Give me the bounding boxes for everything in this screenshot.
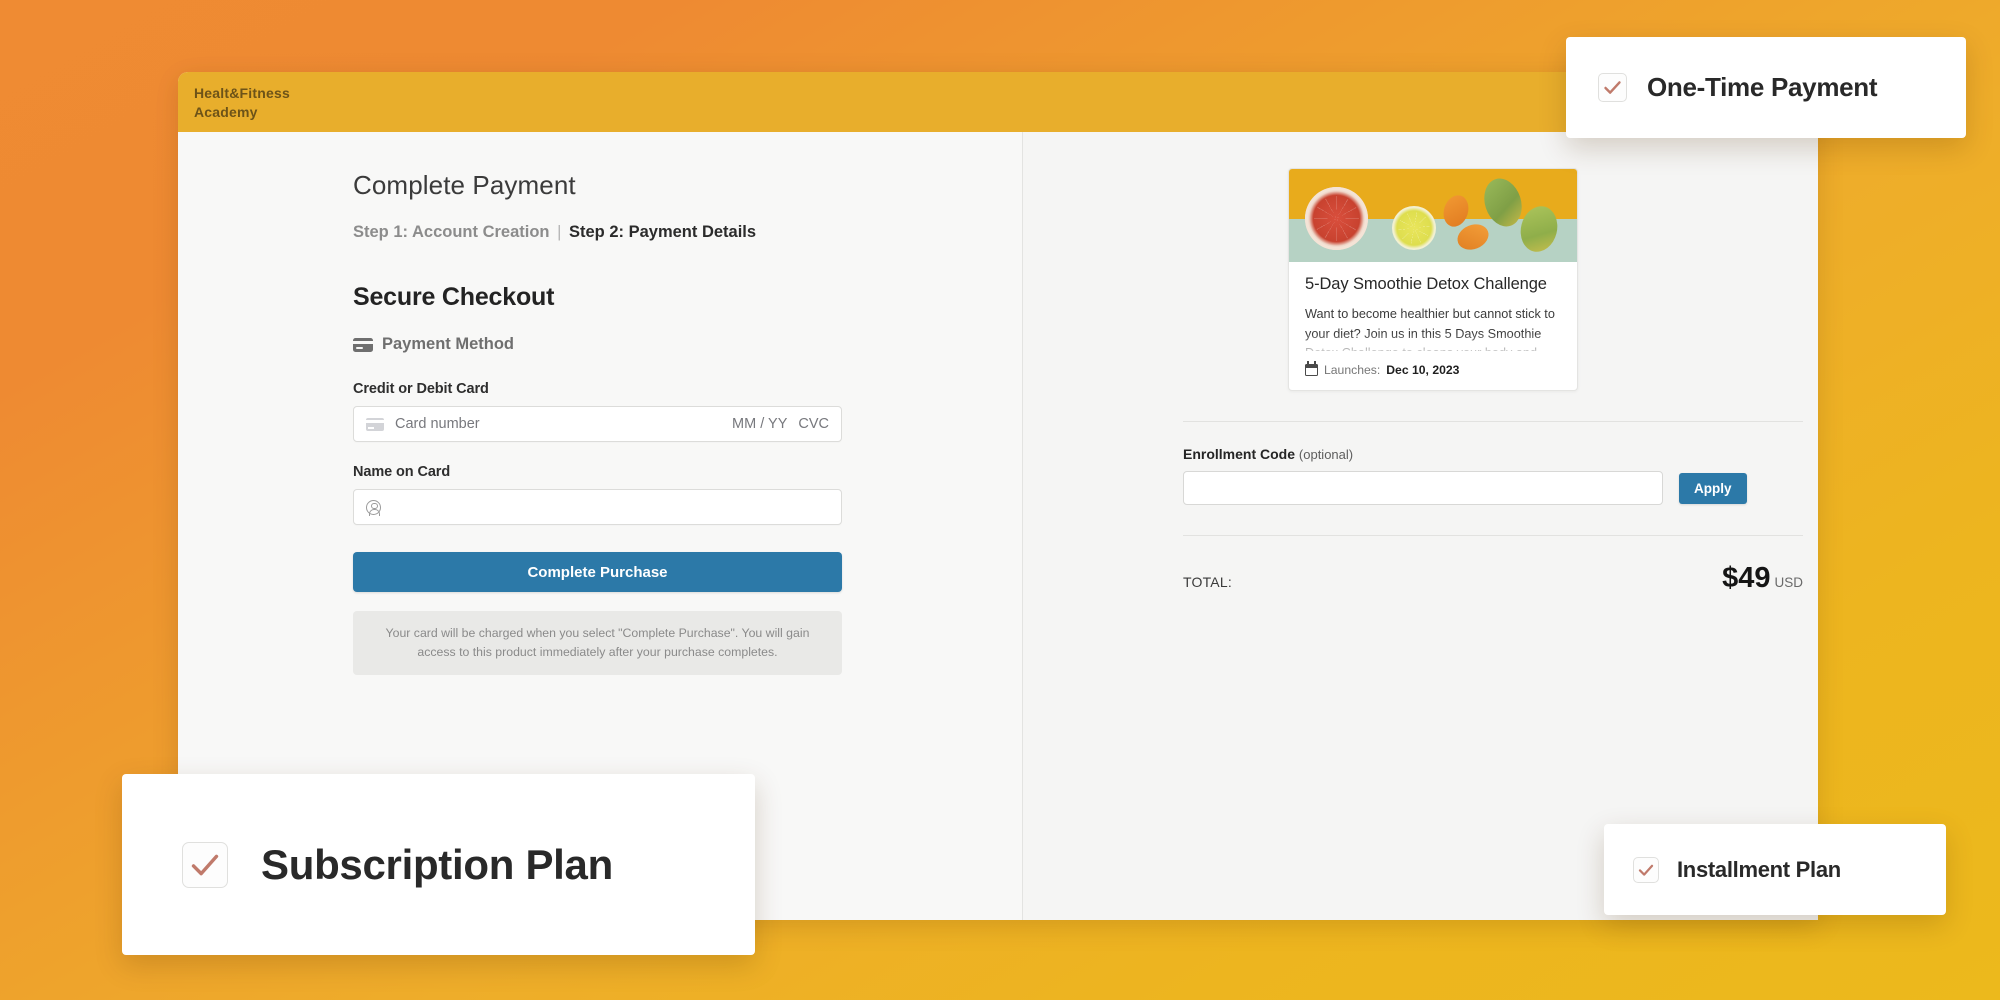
option-card-subscription-plan[interactable]: Subscription Plan (122, 774, 755, 955)
checkbox-checked-icon[interactable] (182, 841, 228, 888)
total-label: TOTAL: (1183, 574, 1232, 590)
option-card-installment-plan[interactable]: Installment Plan (1604, 824, 1946, 915)
product-description: Want to become healthier but cannot stic… (1305, 307, 1555, 351)
mango-image (1478, 173, 1528, 232)
payment-method-heading: Payment Method (353, 335, 975, 354)
mango-image (1515, 202, 1563, 256)
launch-date-value: Dec 10, 2023 (1386, 363, 1460, 377)
option-label-subscription-plan: Subscription Plan (261, 840, 613, 888)
product-body: 5-Day Smoothie Detox Challenge Want to b… (1289, 262, 1577, 390)
product-title: 5-Day Smoothie Detox Challenge (1305, 275, 1547, 293)
page-title: Complete Payment (353, 170, 576, 200)
checkbox-checked-icon[interactable] (1598, 73, 1627, 102)
card-number-placeholder: Card number (395, 416, 480, 432)
summary-pane: 5-Day Smoothie Detox Challenge Want to b… (1023, 132, 1818, 920)
option-card-one-time-payment[interactable]: One-Time Payment (1566, 37, 1966, 138)
product-image (1289, 169, 1577, 262)
kumquat-image (1439, 192, 1473, 230)
option-label-one-time-payment: One-Time Payment (1647, 72, 1878, 102)
divider (1183, 421, 1803, 422)
total-row: TOTAL: $49 USD (1183, 562, 1803, 595)
divider (1183, 535, 1803, 536)
card-number-input[interactable]: Card number MM / YY CVC (353, 406, 842, 442)
enrollment-code-label-text: Enrollment Code (1183, 446, 1296, 462)
checkbox-checked-icon[interactable] (1633, 856, 1659, 883)
option-label-installment-plan: Installment Plan (1677, 856, 1841, 882)
grapefruit-half-image (1305, 187, 1368, 250)
credit-card-label: Credit or Debit Card (353, 381, 489, 397)
total-amount: $49 (1722, 562, 1771, 594)
launch-label: Launches: (1324, 363, 1381, 377)
product-card: 5-Day Smoothie Detox Challenge Want to b… (1288, 168, 1578, 391)
enrollment-code-input[interactable] (1183, 471, 1663, 505)
complete-purchase-button[interactable]: Complete Purchase (353, 552, 842, 592)
breadcrumb-step-1[interactable]: Step 1: Account Creation (353, 223, 550, 241)
enrollment-code-row: Apply (1183, 471, 1803, 505)
enrollment-code-label: Enrollment Code (optional) (1183, 446, 1803, 462)
breadcrumb-step-2[interactable]: Step 2: Payment Details (569, 223, 756, 241)
secure-checkout-heading: Secure Checkout (353, 283, 555, 311)
lemon-half-image (1392, 206, 1436, 250)
card-expiry-placeholder[interactable]: MM / YY (732, 416, 787, 432)
card-cvc-placeholder[interactable]: CVC (798, 416, 829, 432)
total-value-group: $49 USD (1722, 562, 1803, 595)
credit-card-icon (353, 337, 373, 352)
purchase-disclaimer: Your card will be charged when you selec… (353, 611, 842, 676)
breadcrumb-separator: | (557, 223, 562, 241)
name-on-card-label: Name on Card (353, 464, 451, 480)
total-currency: USD (1774, 575, 1803, 590)
name-on-card-input[interactable] (353, 489, 842, 525)
enrollment-code-optional-text: (optional) (1298, 447, 1354, 462)
card-brand-icon (366, 417, 384, 431)
calendar-icon (1304, 361, 1319, 376)
apply-button[interactable]: Apply (1679, 472, 1747, 504)
payment-method-label: Payment Method (382, 335, 515, 353)
person-icon (366, 499, 381, 517)
breadcrumb: Step 1: Account Creation | Step 2: Payme… (353, 223, 975, 242)
product-launch-date: Launches: Dec 10, 2023 (1304, 361, 1561, 377)
enrollment-code-block: Enrollment Code (optional) Apply (1183, 446, 1803, 505)
